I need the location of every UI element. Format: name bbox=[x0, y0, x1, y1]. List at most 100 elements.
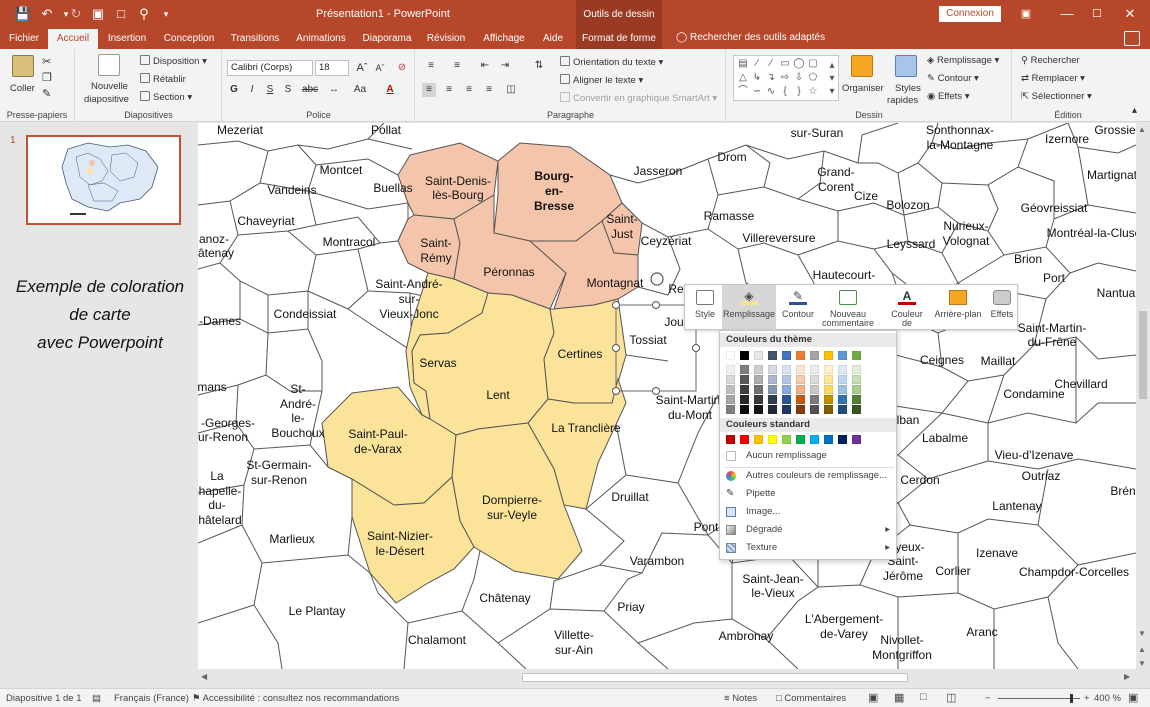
theme-shade-swatch[interactable] bbox=[754, 365, 763, 374]
theme-shade-swatch[interactable] bbox=[768, 375, 777, 384]
decrease-indent-icon[interactable]: ⇤ bbox=[478, 59, 492, 73]
quick-styles-label-1[interactable]: Styles bbox=[895, 83, 921, 94]
next-slide-icon[interactable]: ▼ bbox=[1138, 659, 1146, 668]
undo-icon[interactable]: ↶ bbox=[38, 5, 56, 23]
theme-shade-swatch[interactable] bbox=[768, 385, 777, 394]
slide-thumbnail[interactable] bbox=[26, 135, 181, 225]
rotation-handle[interactable] bbox=[650, 272, 664, 286]
resize-handle-sw[interactable] bbox=[612, 387, 620, 395]
right-arrow-shape-icon[interactable]: ⇨ bbox=[779, 72, 791, 83]
triangle-shape-icon[interactable]: △ bbox=[737, 72, 749, 83]
theme-shade-swatch[interactable] bbox=[754, 405, 763, 414]
gallery-down-icon[interactable]: ▾ bbox=[826, 73, 838, 84]
align-left-icon[interactable]: ≡ bbox=[422, 83, 436, 97]
tab-aide[interactable]: Aide bbox=[536, 29, 570, 49]
accessibility-status[interactable]: ⚑ Accessibilité : consultez nos recomman… bbox=[192, 693, 399, 704]
outline-button[interactable]: ✎ Contour bbox=[778, 285, 818, 331]
new-comment-button[interactable]: Nouveau commentaire bbox=[819, 285, 877, 331]
down-arrow-shape-icon[interactable]: ⇩ bbox=[793, 72, 805, 83]
section-button[interactable]: Section ▾ bbox=[140, 91, 192, 103]
theme-shade-swatch[interactable] bbox=[824, 365, 833, 374]
standard-color-swatch[interactable] bbox=[810, 435, 819, 444]
presentation-icon[interactable]: ▣ bbox=[89, 5, 107, 23]
preview-icon[interactable]: ⚲ bbox=[135, 5, 153, 23]
vertical-scroll-thumb[interactable] bbox=[1139, 311, 1147, 399]
language-status[interactable]: Français (France) bbox=[114, 693, 189, 704]
theme-shade-swatch[interactable] bbox=[726, 385, 735, 394]
line-shape-icon[interactable]: ∕ bbox=[751, 58, 763, 69]
close-icon[interactable]: ✕ bbox=[1119, 4, 1141, 24]
arc-shape-icon[interactable]: ⌒ bbox=[737, 86, 749, 97]
fit-to-window-icon[interactable]: ▣ bbox=[1128, 691, 1138, 704]
slideshow-icon[interactable]: □ bbox=[112, 5, 130, 23]
theme-shade-swatch[interactable] bbox=[726, 365, 735, 374]
standard-color-swatch[interactable] bbox=[838, 435, 847, 444]
fill-button[interactable]: ◈ Remplissage bbox=[722, 285, 776, 331]
bold-button[interactable]: G bbox=[227, 83, 241, 97]
theme-shade-swatch[interactable] bbox=[796, 405, 805, 414]
new-slide-label-1[interactable]: Nouvelle bbox=[91, 81, 128, 92]
zoom-slider-thumb[interactable] bbox=[1070, 694, 1073, 703]
theme-color-swatch[interactable] bbox=[726, 351, 735, 360]
theme-shade-swatch[interactable] bbox=[852, 395, 861, 404]
theme-shade-swatch[interactable] bbox=[768, 405, 777, 414]
normal-view-icon[interactable]: ▣ bbox=[868, 691, 878, 704]
rect-shape-icon[interactable]: ▭ bbox=[779, 58, 791, 69]
slideshow-view-icon[interactable]: ◫ bbox=[946, 691, 956, 704]
theme-shade-swatch[interactable] bbox=[782, 375, 791, 384]
zoom-slider[interactable] bbox=[998, 698, 1080, 699]
char-spacing-icon[interactable]: ↔ bbox=[327, 83, 341, 97]
save-icon[interactable]: 💾 bbox=[14, 5, 32, 23]
elbow-shape-icon[interactable]: ↴ bbox=[765, 72, 777, 83]
freeform-shape-icon[interactable]: ∿ bbox=[765, 86, 777, 97]
horizontal-scroll-thumb[interactable] bbox=[522, 673, 908, 682]
image-fill-item[interactable]: Image... bbox=[720, 503, 896, 521]
theme-shade-swatch[interactable] bbox=[838, 405, 847, 414]
theme-shade-swatch[interactable] bbox=[740, 365, 749, 374]
gallery-up-icon[interactable]: ▴ bbox=[826, 60, 838, 71]
theme-color-swatch[interactable] bbox=[782, 351, 791, 360]
reading-view-icon[interactable]: □ bbox=[920, 691, 927, 703]
text-direction-button[interactable]: Orientation du texte ▾ bbox=[560, 56, 663, 68]
align-right-icon[interactable]: ≡ bbox=[462, 83, 476, 97]
comments-button[interactable]: □ Commentaires bbox=[776, 693, 846, 704]
line2-shape-icon[interactable]: ∕ bbox=[765, 58, 777, 69]
justify-icon[interactable]: ≡ bbox=[482, 83, 496, 97]
font-size-combo[interactable]: 18 bbox=[315, 60, 349, 76]
scroll-right-icon[interactable]: ▶ bbox=[1124, 672, 1130, 681]
comments-icon[interactable] bbox=[1124, 31, 1140, 46]
notes-button[interactable]: ≡ Notes bbox=[724, 693, 757, 704]
theme-shade-swatch[interactable] bbox=[796, 375, 805, 384]
resize-handle-nw[interactable] bbox=[612, 301, 620, 309]
oval-shape-icon[interactable]: ◯ bbox=[793, 58, 805, 69]
theme-shade-swatch[interactable] bbox=[810, 405, 819, 414]
theme-shade-swatch[interactable] bbox=[810, 375, 819, 384]
tab-accueil[interactable]: Accueil bbox=[48, 29, 98, 49]
theme-shade-swatch[interactable] bbox=[824, 375, 833, 384]
theme-shade-swatch[interactable] bbox=[824, 405, 833, 414]
spelling-icon[interactable]: ▤ bbox=[92, 693, 101, 704]
scroll-left-icon[interactable]: ◀ bbox=[201, 672, 207, 681]
format-painter-icon[interactable]: ✎ bbox=[42, 87, 51, 100]
align-text-button[interactable]: Aligner le texte ▾ bbox=[560, 74, 643, 86]
tab-diaporama[interactable]: Diaporama bbox=[358, 29, 416, 49]
theme-color-swatch[interactable] bbox=[852, 351, 861, 360]
pentagon-shape-icon[interactable]: ⬠ bbox=[807, 72, 819, 83]
select-button[interactable]: ⇱ Sélectionner ▾ bbox=[1021, 91, 1092, 102]
clear-format-icon[interactable]: ⊘ bbox=[395, 61, 409, 75]
layout-button[interactable]: Disposition ▾ bbox=[140, 55, 207, 67]
copy-icon[interactable]: ❐ bbox=[42, 71, 52, 84]
tab-affichage[interactable]: Affichage bbox=[476, 29, 532, 49]
theme-shade-swatch[interactable] bbox=[852, 405, 861, 414]
theme-shade-swatch[interactable] bbox=[838, 385, 847, 394]
zoom-level[interactable]: 400 % bbox=[1094, 693, 1121, 704]
theme-shade-swatch[interactable] bbox=[838, 365, 847, 374]
theme-shade-swatch[interactable] bbox=[782, 385, 791, 394]
more-fill-colors-item[interactable]: Autres couleurs de remplissage... bbox=[720, 467, 896, 485]
horizontal-scrollbar[interactable]: ◀ ▶ bbox=[198, 669, 1136, 687]
minimize-icon[interactable]: — bbox=[1056, 4, 1078, 24]
tab-revision[interactable]: Révision bbox=[422, 29, 470, 49]
standard-color-swatch[interactable] bbox=[852, 435, 861, 444]
standard-color-swatch[interactable] bbox=[726, 435, 735, 444]
theme-shade-swatch[interactable] bbox=[852, 385, 861, 394]
